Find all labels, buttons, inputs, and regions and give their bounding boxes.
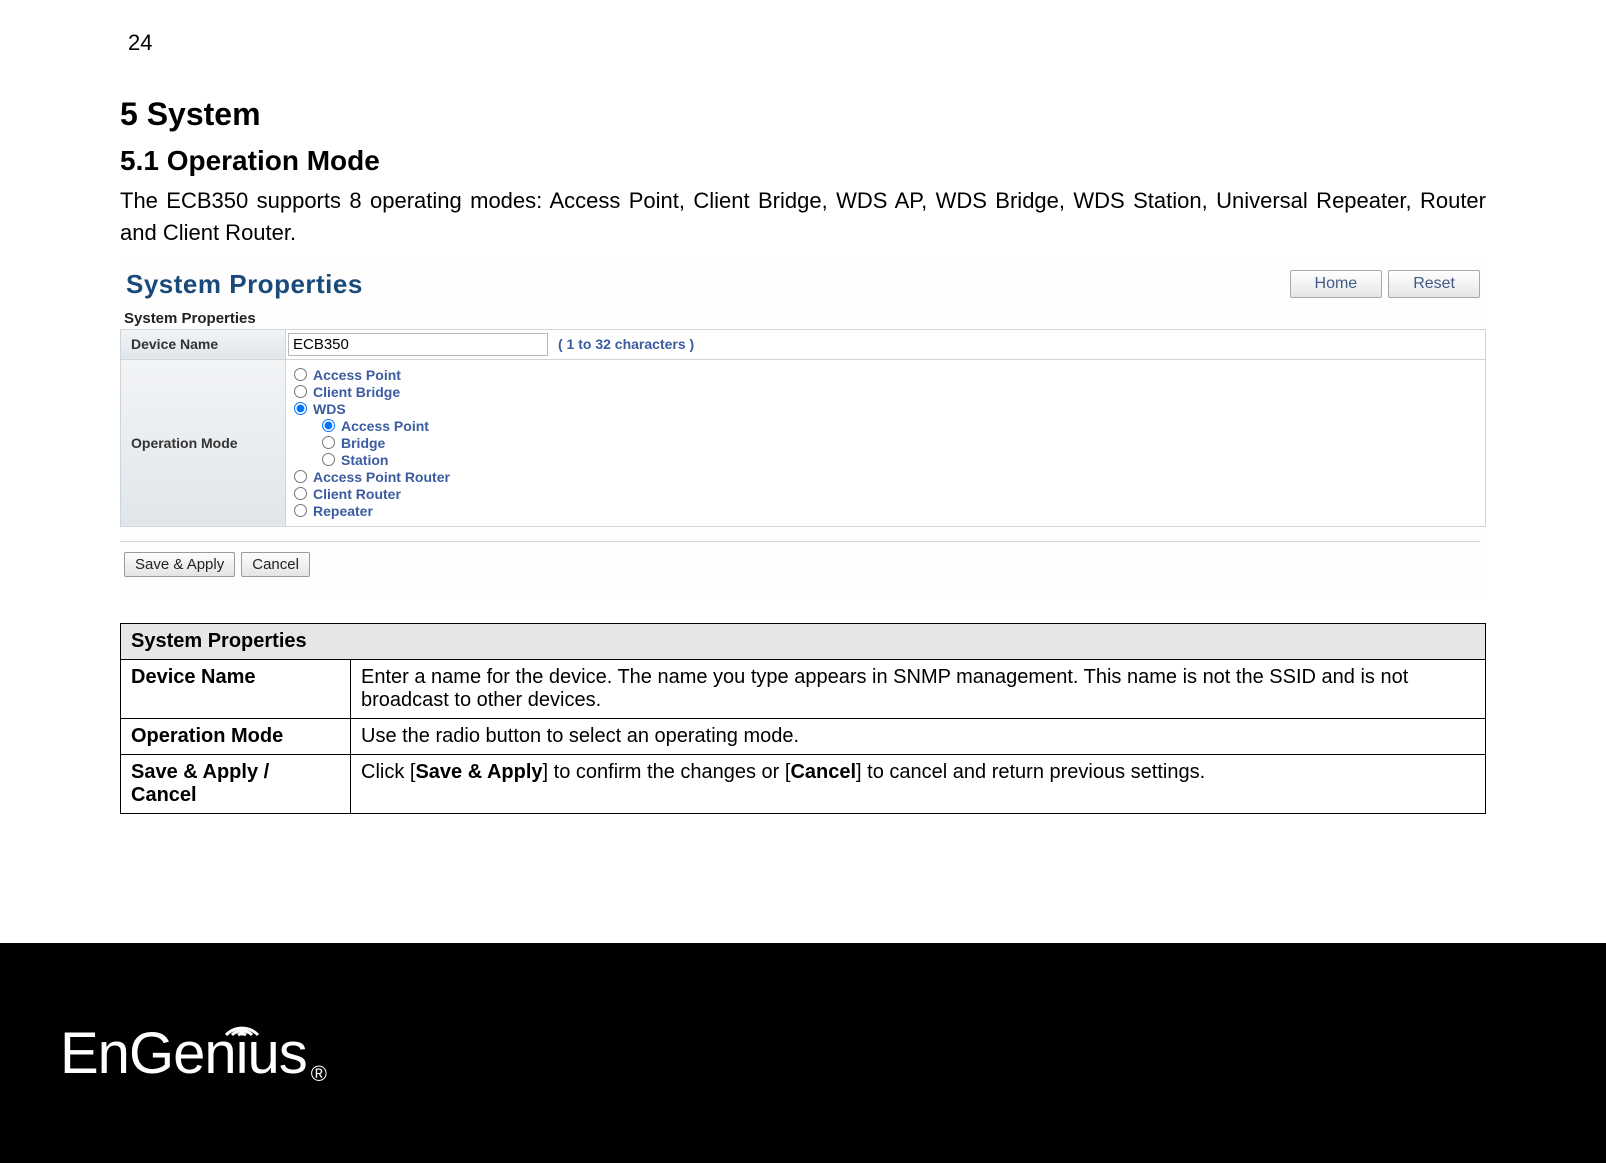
- mode-wds-bridge[interactable]: Bridge: [322, 435, 1475, 451]
- device-name-hint: ( 1 to 32 characters ): [558, 336, 694, 352]
- mode-label: Access Point Router: [313, 469, 450, 485]
- section-label: System Properties: [124, 310, 1486, 327]
- table-row: Device Name Enter a name for the device.…: [121, 659, 1486, 718]
- mode-label: Station: [341, 452, 388, 468]
- mode-label: Client Bridge: [313, 384, 400, 400]
- cancel-button[interactable]: Cancel: [241, 552, 310, 577]
- mode-label: Client Router: [313, 486, 401, 502]
- mode-ap-router[interactable]: Access Point Router: [294, 469, 1475, 485]
- save-apply-button[interactable]: Save & Apply: [124, 552, 235, 577]
- engenius-logo: EnGeni us®: [60, 1020, 326, 1087]
- mode-client-bridge[interactable]: Client Bridge: [294, 384, 1475, 400]
- mode-access-point[interactable]: Access Point: [294, 367, 1475, 383]
- device-name-input[interactable]: [288, 333, 548, 356]
- table-row: Operation Mode Use the radio button to s…: [121, 718, 1486, 754]
- system-properties-panel: System Properties Home Reset System Prop…: [120, 263, 1486, 595]
- radio-wds-station[interactable]: [322, 453, 335, 466]
- footer: EnGeni us®: [0, 943, 1606, 1163]
- reset-button[interactable]: Reset: [1388, 270, 1480, 298]
- mode-repeater[interactable]: Repeater: [294, 503, 1475, 519]
- radio-access-point[interactable]: [294, 368, 307, 381]
- text-fragment: ] to cancel and return previous settings…: [856, 761, 1205, 783]
- desc-op-mode-label: Operation Mode: [121, 718, 351, 754]
- mode-wds[interactable]: WDS: [294, 401, 1475, 417]
- heading-operation-mode: 5.1 Operation Mode: [120, 145, 1486, 177]
- text-bold: Cancel: [790, 761, 856, 783]
- radio-ap-router[interactable]: [294, 470, 307, 483]
- radio-wds-ap[interactable]: [322, 419, 335, 432]
- properties-table: Device Name ( 1 to 32 characters ) Opera…: [120, 329, 1486, 527]
- mode-wds-access-point[interactable]: Access Point: [322, 418, 1475, 434]
- intro-paragraph: The ECB350 supports 8 operating modes: A…: [120, 185, 1486, 249]
- table-row: Save & Apply / Cancel Click [Save & Appl…: [121, 754, 1486, 813]
- mode-label: Access Point: [313, 367, 401, 383]
- mode-label: Access Point: [341, 418, 429, 434]
- desc-device-name-text: Enter a name for the device. The name yo…: [351, 659, 1486, 718]
- desc-save-cancel-label: Save & Apply / Cancel: [121, 754, 351, 813]
- mode-client-router[interactable]: Client Router: [294, 486, 1475, 502]
- heading-system: 5 System: [120, 96, 1486, 133]
- description-table: System Properties Device Name Enter a na…: [120, 623, 1486, 814]
- desc-op-mode-text: Use the radio button to select an operat…: [351, 718, 1486, 754]
- home-button[interactable]: Home: [1290, 270, 1383, 298]
- wifi-icon: [222, 1009, 262, 1039]
- desc-device-name-label: Device Name: [121, 659, 351, 718]
- mode-label: Bridge: [341, 435, 385, 451]
- radio-wds-bridge[interactable]: [322, 436, 335, 449]
- panel-title: System Properties: [126, 269, 363, 300]
- page-number: 24: [128, 30, 1486, 56]
- radio-repeater[interactable]: [294, 504, 307, 517]
- mode-label: Repeater: [313, 503, 373, 519]
- radio-client-router[interactable]: [294, 487, 307, 500]
- device-name-label: Device Name: [121, 329, 286, 359]
- radio-wds[interactable]: [294, 402, 307, 415]
- mode-label: WDS: [313, 401, 346, 417]
- radio-client-bridge[interactable]: [294, 385, 307, 398]
- desc-header: System Properties: [121, 623, 1486, 659]
- mode-wds-station[interactable]: Station: [322, 452, 1475, 468]
- text-fragment: ] to confirm the changes or [: [543, 761, 791, 783]
- operation-mode-label: Operation Mode: [121, 359, 286, 526]
- text-bold: Save & Apply: [415, 761, 542, 783]
- text-fragment: Click [: [361, 761, 415, 783]
- desc-save-cancel-text: Click [Save & Apply] to confirm the chan…: [351, 754, 1486, 813]
